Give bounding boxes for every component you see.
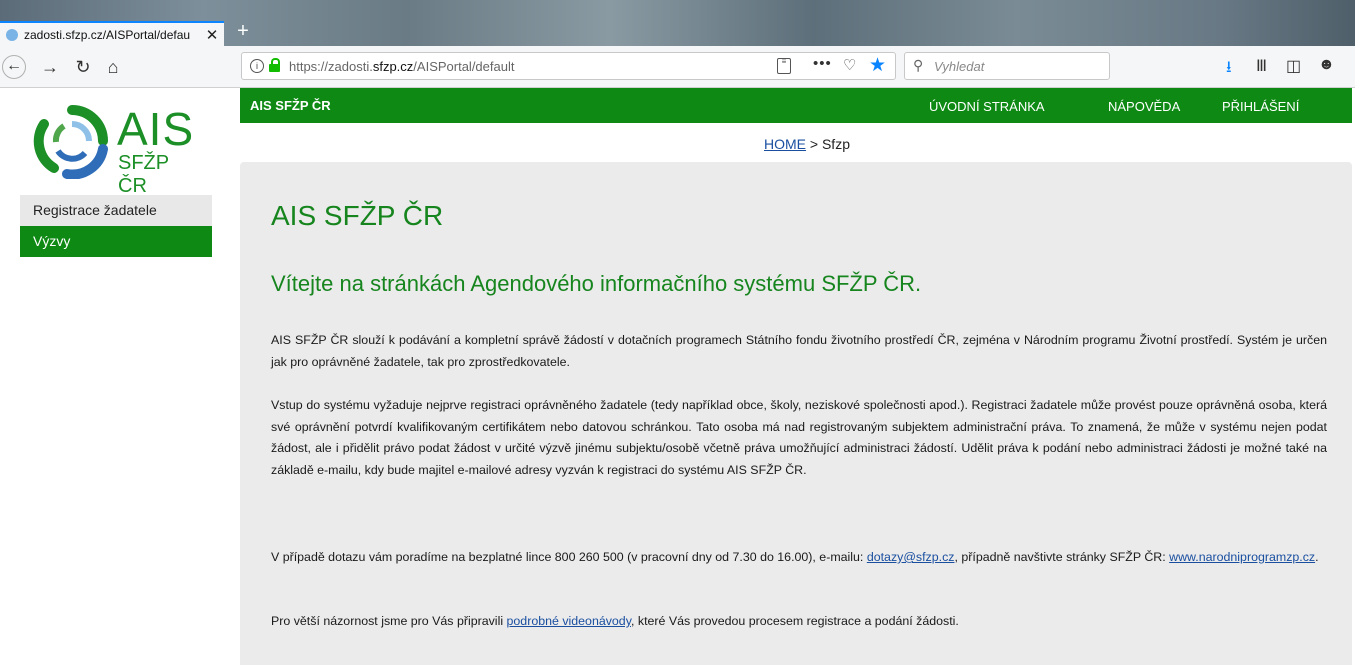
page: AIS SFŽP ČR Registrace žadatele Výzvy AI… (0, 88, 1355, 665)
close-tab-icon[interactable]: ✕ (204, 26, 220, 44)
nav-link-prihlaseni[interactable]: PŘIHLÁŠENÍ (1222, 99, 1299, 114)
nav-link-uvodni-stranka[interactable]: ÚVODNÍ STRÁNKA (929, 99, 1045, 114)
videoguide-text-2: , které Vás provedou procesem registrace… (630, 614, 959, 628)
email-link[interactable]: dotazy@sfzp.cz (867, 550, 955, 564)
account-icon[interactable]: ☻ (1318, 56, 1335, 74)
contact-text-2: , případně navštivte stránky SFŽP ČR: (954, 550, 1170, 564)
browser-navbar: ← → ↻ ⌂ i https://zadosti.sfzp.cz/AISPor… (0, 46, 1355, 88)
nav-brand[interactable]: AIS SFŽP ČR (250, 98, 331, 113)
page-title: AIS SFŽP ČR (271, 200, 444, 231)
lock-icon[interactable] (269, 58, 280, 73)
nav-link-napoveda[interactable]: NÁPOVĚDA (1108, 99, 1180, 114)
browser-tab[interactable]: zadosti.sfzp.cz/AISPortal/defau ✕ (0, 21, 224, 46)
videoguide-paragraph: Pro větší názornost jsme pro Vás připrav… (271, 611, 1327, 633)
contact-paragraph: V případě dotazu vám poradíme na bezplat… (271, 547, 1327, 569)
tab-title: zadosti.sfzp.cz/AISPortal/defau (24, 27, 191, 42)
search-icon: ⚲ (913, 57, 924, 73)
home-icon[interactable]: ⌂ (101, 55, 125, 79)
top-navigation: AIS SFŽP ČR ÚVODNÍ STRÁNKA NÁPOVĚDA PŘIH… (240, 88, 1352, 123)
contact-text-end: . (1315, 550, 1319, 564)
sidebar-toggle-icon[interactable]: ◫ (1286, 56, 1301, 76)
reload-icon[interactable]: ↻ (71, 55, 95, 79)
breadcrumb: HOME > Sfzp (764, 136, 850, 152)
welcome-heading: Vítejte na stránkách Agendového informač… (271, 271, 922, 296)
sidebar-menu: Registrace žadatele Výzvy (20, 195, 212, 257)
browser-titlebar: zadosti.sfzp.cz/AISPortal/defau ✕ + (0, 0, 1355, 46)
sidebar-item-registrace[interactable]: Registrace žadatele (20, 195, 212, 226)
logo-emblem-icon (33, 105, 108, 179)
breadcrumb-separator: > (809, 136, 819, 152)
back-arrow-icon[interactable]: ← (2, 55, 26, 79)
search-input[interactable]: ⚲ Vyhledat (904, 52, 1110, 80)
bookmark-star-icon[interactable]: ★ (869, 54, 886, 77)
url-text[interactable]: https://zadosti.sfzp.cz/AISPortal/defaul… (289, 59, 514, 74)
forward-arrow-icon[interactable]: → (38, 55, 62, 79)
logo-title: AIS (117, 103, 195, 155)
contact-text: V případě dotazu vám poradíme na bezplat… (271, 550, 867, 564)
library-icon[interactable]: Ⅲ (1256, 56, 1267, 76)
registration-paragraph: Vstup do systému vyžaduje nejprve regist… (271, 398, 1327, 477)
breadcrumb-current: Sfzp (821, 136, 850, 152)
main-content: AIS SFŽP ČR Vítejte na stránkách Agendov… (240, 162, 1352, 665)
download-icon[interactable]: ⭳ (1226, 56, 1232, 83)
new-tab-button[interactable]: + (232, 20, 254, 43)
page-actions-icon[interactable]: ••• (813, 55, 832, 72)
videoguide-text: Pro větší názornost jsme pro Vás připrav… (271, 614, 507, 628)
breadcrumb-home-link[interactable]: HOME (764, 136, 806, 152)
address-bar[interactable]: i https://zadosti.sfzp.cz/AISPortal/defa… (241, 52, 896, 80)
sidebar-item-vyzvy[interactable]: Výzvy (20, 226, 212, 257)
info-icon[interactable]: i (250, 59, 264, 73)
favicon-icon (6, 28, 18, 41)
videoguide-link[interactable]: podrobné videonávody (507, 614, 631, 628)
logo-subtitle: SFŽP ČR (118, 152, 169, 197)
pocket-icon[interactable]: ♡ (843, 56, 856, 74)
reader-view-icon[interactable]: ≡ (777, 58, 791, 74)
website-link[interactable]: www.narodniprogramzp.cz (1169, 550, 1315, 564)
logo[interactable]: AIS SFŽP ČR (32, 103, 202, 197)
intro-paragraph: AIS SFŽP ČR slouží k podávání a kompletn… (271, 333, 1327, 369)
search-placeholder: Vyhledat (934, 59, 985, 74)
